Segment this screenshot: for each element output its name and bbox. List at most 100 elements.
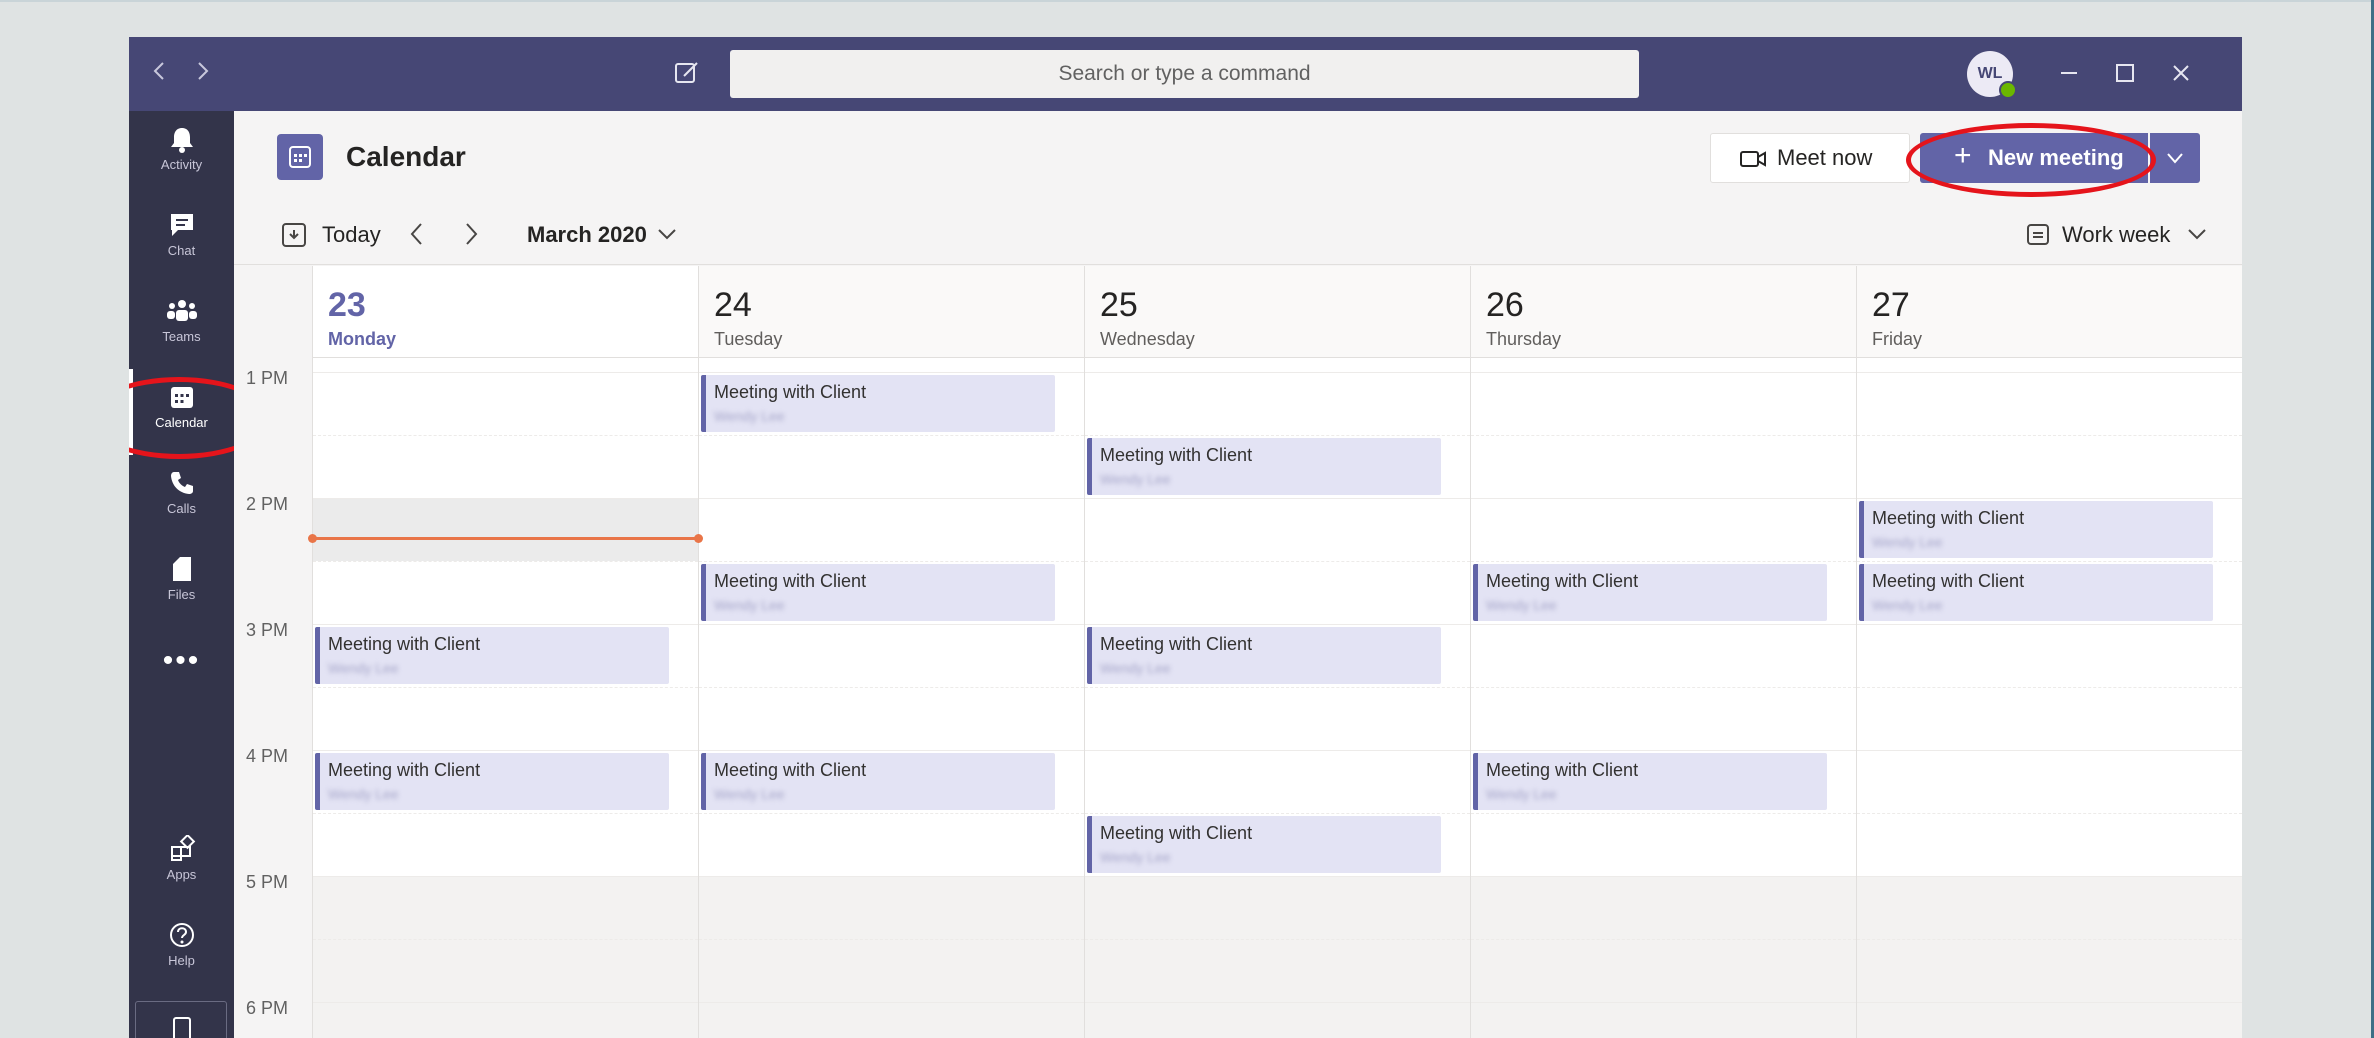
new-meeting-label: New meeting [1988,145,2124,170]
rail-label: Chat [167,243,196,258]
grid-line [1085,750,1470,751]
file-icon [172,557,191,581]
forward-button[interactable] [195,57,211,91]
rail-item-apps[interactable]: Apps [129,821,234,907]
rail-item-calendar[interactable]: Calendar [129,369,234,455]
rail-item-activity[interactable]: Activity [129,111,234,197]
grid-line [1085,813,1470,814]
month-picker[interactable]: March 2020 [527,222,647,248]
grid-line [1085,939,1470,940]
grid-line [313,813,698,814]
meeting-event[interactable]: Meeting with Client Wendy Lee [315,627,669,684]
grid-line [1471,1002,1856,1003]
day-header[interactable]: 24 Tuesday [699,266,1084,358]
meeting-event[interactable]: Meeting with Client Wendy Lee [1859,501,2213,558]
event-organizer: Wendy Lee [1872,534,1943,550]
grid-line [699,372,1084,373]
back-button[interactable] [151,57,167,91]
meeting-event[interactable]: Meeting with Client Wendy Lee [1087,816,1441,873]
event-organizer: Wendy Lee [328,660,399,676]
today-calendar-icon[interactable] [280,220,308,248]
day-body[interactable] [313,358,698,1038]
meeting-event[interactable]: Meeting with Client Wendy Lee [701,753,1055,810]
event-organizer: Wendy Lee [1872,597,1943,613]
grid-line [1857,561,2242,562]
time-label: 1 PM [246,368,289,388]
rail-item-help[interactable]: Help [129,907,234,993]
day-header[interactable]: 25 Wednesday [1085,266,1470,358]
new-meeting-button[interactable]: + New meeting [1920,133,2148,183]
compose-icon[interactable] [671,57,703,89]
grid-line [699,561,1084,562]
title-bar: Search or type a command WL [129,37,2242,111]
grid-line [1857,813,2242,814]
new-meeting-dropdown-button[interactable] [2150,133,2200,183]
day-body[interactable] [1471,358,1856,1038]
day-header[interactable]: 23 Monday [313,266,698,358]
rail-item-files[interactable]: Files [129,541,234,627]
day-header[interactable]: 26 Thursday [1471,266,1856,358]
day-header[interactable]: 27 Friday [1857,266,2242,358]
meeting-event[interactable]: Meeting with Client Wendy Lee [1087,438,1441,495]
rail-label: Help [168,953,195,968]
grid-line [1857,435,2242,436]
day-number: 27 [1872,286,1910,324]
chevron-down-icon[interactable] [2186,223,2208,245]
grid-line [1857,750,2242,751]
meeting-event[interactable]: Meeting with Client Wendy Lee [1087,627,1441,684]
rail-item-calls[interactable]: Calls [129,455,234,541]
rail-label: Activity [160,157,203,172]
meet-now-button[interactable]: Meet now [1710,133,1910,183]
grid-line [1471,624,1856,625]
grid-line [1085,624,1470,625]
close-button[interactable] [2163,55,2199,91]
rail-item-teams[interactable]: Teams [129,283,234,369]
calendar-header: Calendar Meet now + New meeting [234,111,2242,203]
calendar-grid: 1 PM 2 PM 3 PM 4 PM 5 PM 6 PM 23 Monday 24 Tuesd… [234,266,2242,1038]
meeting-event[interactable]: Meeting with Client Wendy Lee [1859,564,2213,621]
chevron-down-icon[interactable] [656,223,678,245]
rail-label: Calls [167,501,196,516]
day-body[interactable] [1857,358,2242,1038]
today-button[interactable]: Today [322,222,381,248]
grid-line [699,498,1084,499]
event-title: Meeting with Client [1100,445,1253,465]
grid-line [313,624,698,625]
rail-item-chat[interactable]: Chat [129,197,234,283]
day-name: Thursday [1486,329,1562,349]
grid-line [313,498,698,499]
grid-line [1085,435,1470,436]
meeting-event[interactable]: Meeting with Client Wendy Lee [1473,564,1827,621]
meeting-event[interactable]: Meeting with Client Wendy Lee [315,753,669,810]
meeting-event[interactable]: Meeting with Client Wendy Lee [701,375,1055,432]
meeting-event[interactable]: Meeting with Client Wendy Lee [701,564,1055,621]
app-rail: Activity Chat Teams Calendar Calls Files… [129,111,234,1038]
view-switcher[interactable]: Work week [2062,222,2170,248]
maximize-button[interactable] [2107,55,2143,91]
grid-line [1085,498,1470,499]
grid-line [1471,876,1856,877]
day-body[interactable] [699,358,1084,1038]
event-title: Meeting with Client [1486,760,1639,780]
event-title: Meeting with Client [1486,571,1639,591]
day-name: Tuesday [714,329,783,349]
view-calendar-icon[interactable] [2025,221,2051,247]
minimize-button[interactable] [2051,55,2087,91]
meeting-event[interactable]: Meeting with Client Wendy Lee [1473,753,1827,810]
teams-icon [166,300,197,321]
next-week-button[interactable] [460,219,482,249]
current-time-slot [313,498,698,539]
grid-line [1857,498,2242,499]
time-label: 3 PM [246,620,289,640]
grid-line [313,561,698,562]
mobile-app-button[interactable] [135,1001,227,1038]
event-organizer: Wendy Lee [1486,597,1557,613]
day-column: 27 Friday [1856,266,2242,1038]
previous-week-button[interactable] [406,219,428,249]
off-hours-area [1085,876,1470,1038]
apps-icon [170,835,195,861]
more-apps-icon[interactable]: ••• [129,646,234,691]
grid-line [313,435,698,436]
bell-icon [170,128,193,153]
search-input[interactable]: Search or type a command [730,50,1639,98]
